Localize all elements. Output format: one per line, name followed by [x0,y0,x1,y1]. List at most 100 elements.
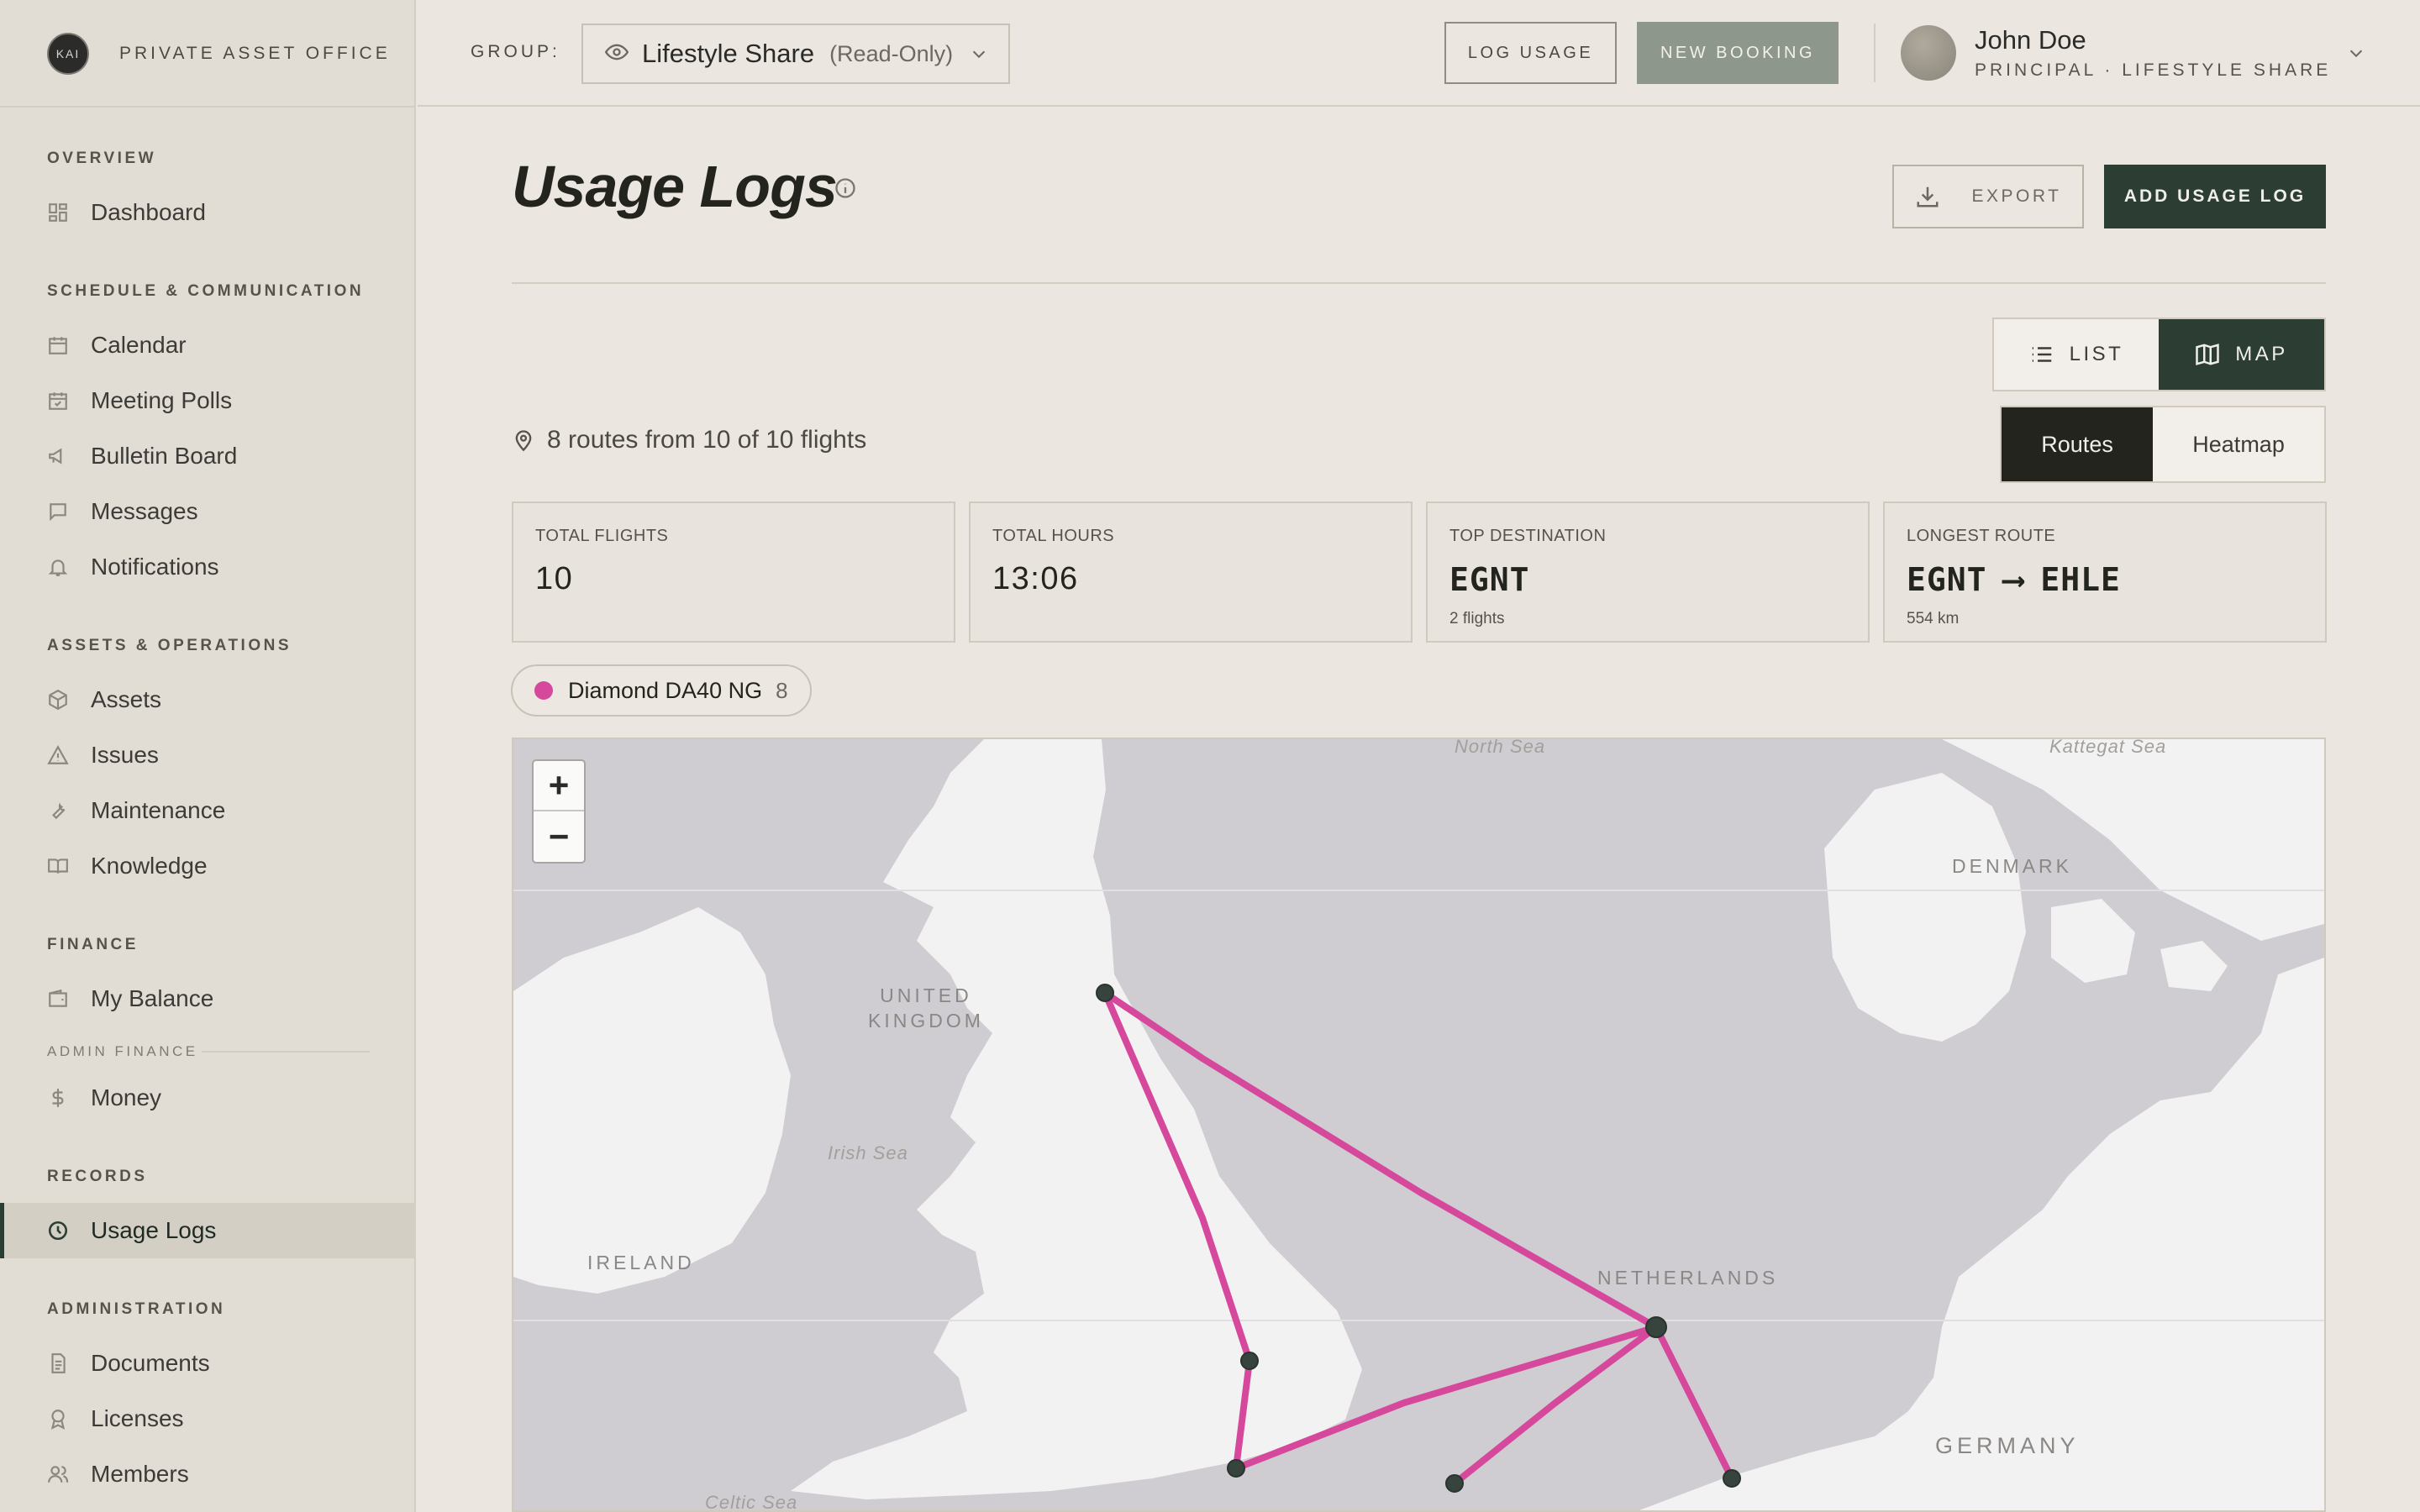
sidebar-item-messages[interactable]: Messages [0,484,416,539]
label-celtic-sea: Celtic Sea [705,1492,798,1512]
label-netherlands: NETHERLANDS [1597,1267,1779,1289]
award-icon [47,1408,69,1430]
sidebar-item-issues[interactable]: Issues [0,727,416,783]
label-north-sea: North Sea [1455,738,1546,757]
avatar[interactable] [1901,25,1956,81]
list-view-button[interactable]: LIST [1994,319,2159,390]
stat-card-longest-route: LONGEST ROUTE EGNT ⟶ EHLE 554 km [1883,501,2327,643]
sidebar-item-label: Messages [91,498,198,524]
routes-summary: 8 routes from 10 of 10 flights [512,426,866,454]
warning-icon [47,744,69,766]
user-name[interactable]: John Doe [1975,25,2086,55]
user-menu-chevron-icon[interactable] [2347,44,2365,66]
land-great-britain [791,739,1362,1499]
route-to: EHLE [2040,561,2121,598]
zoom-out-button[interactable]: − [534,811,584,862]
book-icon [47,855,69,877]
sidebar-item-my-balance[interactable]: My Balance [0,971,416,1026]
title-divider [512,282,2326,284]
brand-divider [0,106,416,108]
sidebar-item-maintenance[interactable]: Maintenance [0,783,416,838]
export-button[interactable]: EXPORT [1892,165,2084,228]
sidebar-item-meeting-polls[interactable]: Meeting Polls [0,373,416,428]
route-map[interactable]: North Sea Kattegat Sea DENMARK UNITED KI… [512,738,2326,1512]
download-icon [1917,186,1939,207]
label-kattegat: Kattegat Sea [2049,738,2167,757]
brand[interactable]: KAI PRIVATE ASSET OFFICE [47,30,391,77]
aircraft-color-dot [534,681,553,700]
label-denmark: DENMARK [1952,855,2073,877]
section-finance: FINANCE [47,936,139,953]
section-records: RECORDS [47,1168,148,1185]
list-view-label: LIST [2069,343,2124,365]
map-view-button[interactable]: MAP [2159,319,2324,390]
info-icon[interactable] [834,176,857,204]
sidebar-item-label: Licenses [91,1405,184,1431]
log-usage-button[interactable]: LOG USAGE [1444,22,1617,84]
land-danish-islands [2051,899,2135,983]
heatmap-mode-button[interactable]: Heatmap [2153,407,2324,481]
dollar-icon [47,1087,69,1109]
sidebar-item-members[interactable]: Members [0,1446,416,1502]
sidebar-item-dashboard[interactable]: Dashboard [0,185,416,240]
wallet-icon [47,988,69,1010]
sidebar-item-assets[interactable]: Assets [0,672,416,727]
sidebar-item-licenses[interactable]: Licenses [0,1391,416,1446]
stat-card-top-destination: TOP DESTINATION EGNT 2 flights [1426,501,1870,643]
sidebar-item-usage-logs[interactable]: Usage Logs [0,1203,416,1258]
stat-value: 13:06 [992,561,1079,596]
stat-value: EGNT [1449,561,1530,598]
airport-marker[interactable] [1723,1469,1741,1488]
airport-marker[interactable] [1240,1352,1259,1370]
routes-summary-text: 8 routes from 10 of 10 flights [547,426,867,454]
route-from: EGNT [1907,561,1987,598]
aircraft-count: 8 [776,677,788,703]
routes-mode-button[interactable]: Routes [2002,407,2154,481]
sidebar-item-bulletin-board[interactable]: Bulletin Board [0,428,416,484]
sidebar-item-label: Calendar [91,332,187,358]
box-icon [47,689,69,711]
map-view-label: MAP [2235,343,2288,365]
label-uk-line2: KINGDOM [868,1010,984,1032]
airport-marker[interactable] [1227,1459,1245,1478]
eye-icon [604,40,629,68]
sidebar-item-knowledge[interactable]: Knowledge [0,838,416,894]
top-bar: GROUP: Lifestyle Share (Read-Only) LOG U… [418,0,2420,107]
sidebar-item-label: Members [91,1461,189,1487]
bell-icon [47,556,69,578]
aircraft-filter-chip[interactable]: Diamond DA40 NG 8 [511,664,812,717]
sidebar-item-label: My Balance [91,985,214,1011]
sidebar-item-calendar[interactable]: Calendar [0,318,416,373]
sidebar-item-label: Documents [91,1350,210,1376]
sidebar-item-label: Money [91,1084,162,1110]
section-assets: ASSETS & OPERATIONS [47,637,292,654]
land-islet [2160,941,2228,991]
stat-label: TOTAL FLIGHTS [535,527,669,545]
sidebar-item-money[interactable]: Money [0,1070,416,1126]
sidebar-item-documents[interactable]: Documents [0,1336,416,1391]
map-icon [2196,344,2219,365]
sidebar-item-label: Bulletin Board [91,443,238,469]
sidebar-item-label: Usage Logs [91,1217,217,1243]
airport-marker[interactable] [1645,1316,1667,1338]
sidebar-item-label: Notifications [91,554,219,580]
users-icon [47,1463,69,1485]
route-line[interactable] [1451,1324,1660,1487]
brand-name: PRIVATE ASSET OFFICE [119,44,391,63]
route-line[interactable] [1653,1324,1735,1482]
airport-marker[interactable] [1445,1474,1464,1493]
airport-marker[interactable] [1096,984,1114,1002]
add-usage-log-button[interactable]: ADD USAGE LOG [2104,165,2326,228]
group-label: GROUP: [471,42,560,61]
sidebar-item-notifications[interactable]: Notifications [0,539,416,595]
land-denmark [1824,773,2026,1042]
sidebar-item-label: Maintenance [91,797,226,823]
zoom-in-button[interactable]: + [534,761,584,811]
stat-subtext: 2 flights [1449,610,1505,627]
stat-label: TOTAL HOURS [992,527,1115,545]
group-selector[interactable]: Lifestyle Share (Read-Only) [581,24,1010,84]
new-booking-button[interactable]: NEW BOOKING [1637,22,1839,84]
subsection-divider [202,1051,370,1053]
sidebar-item-label: Issues [91,742,159,768]
sidebar-item-label: Meeting Polls [91,387,233,413]
